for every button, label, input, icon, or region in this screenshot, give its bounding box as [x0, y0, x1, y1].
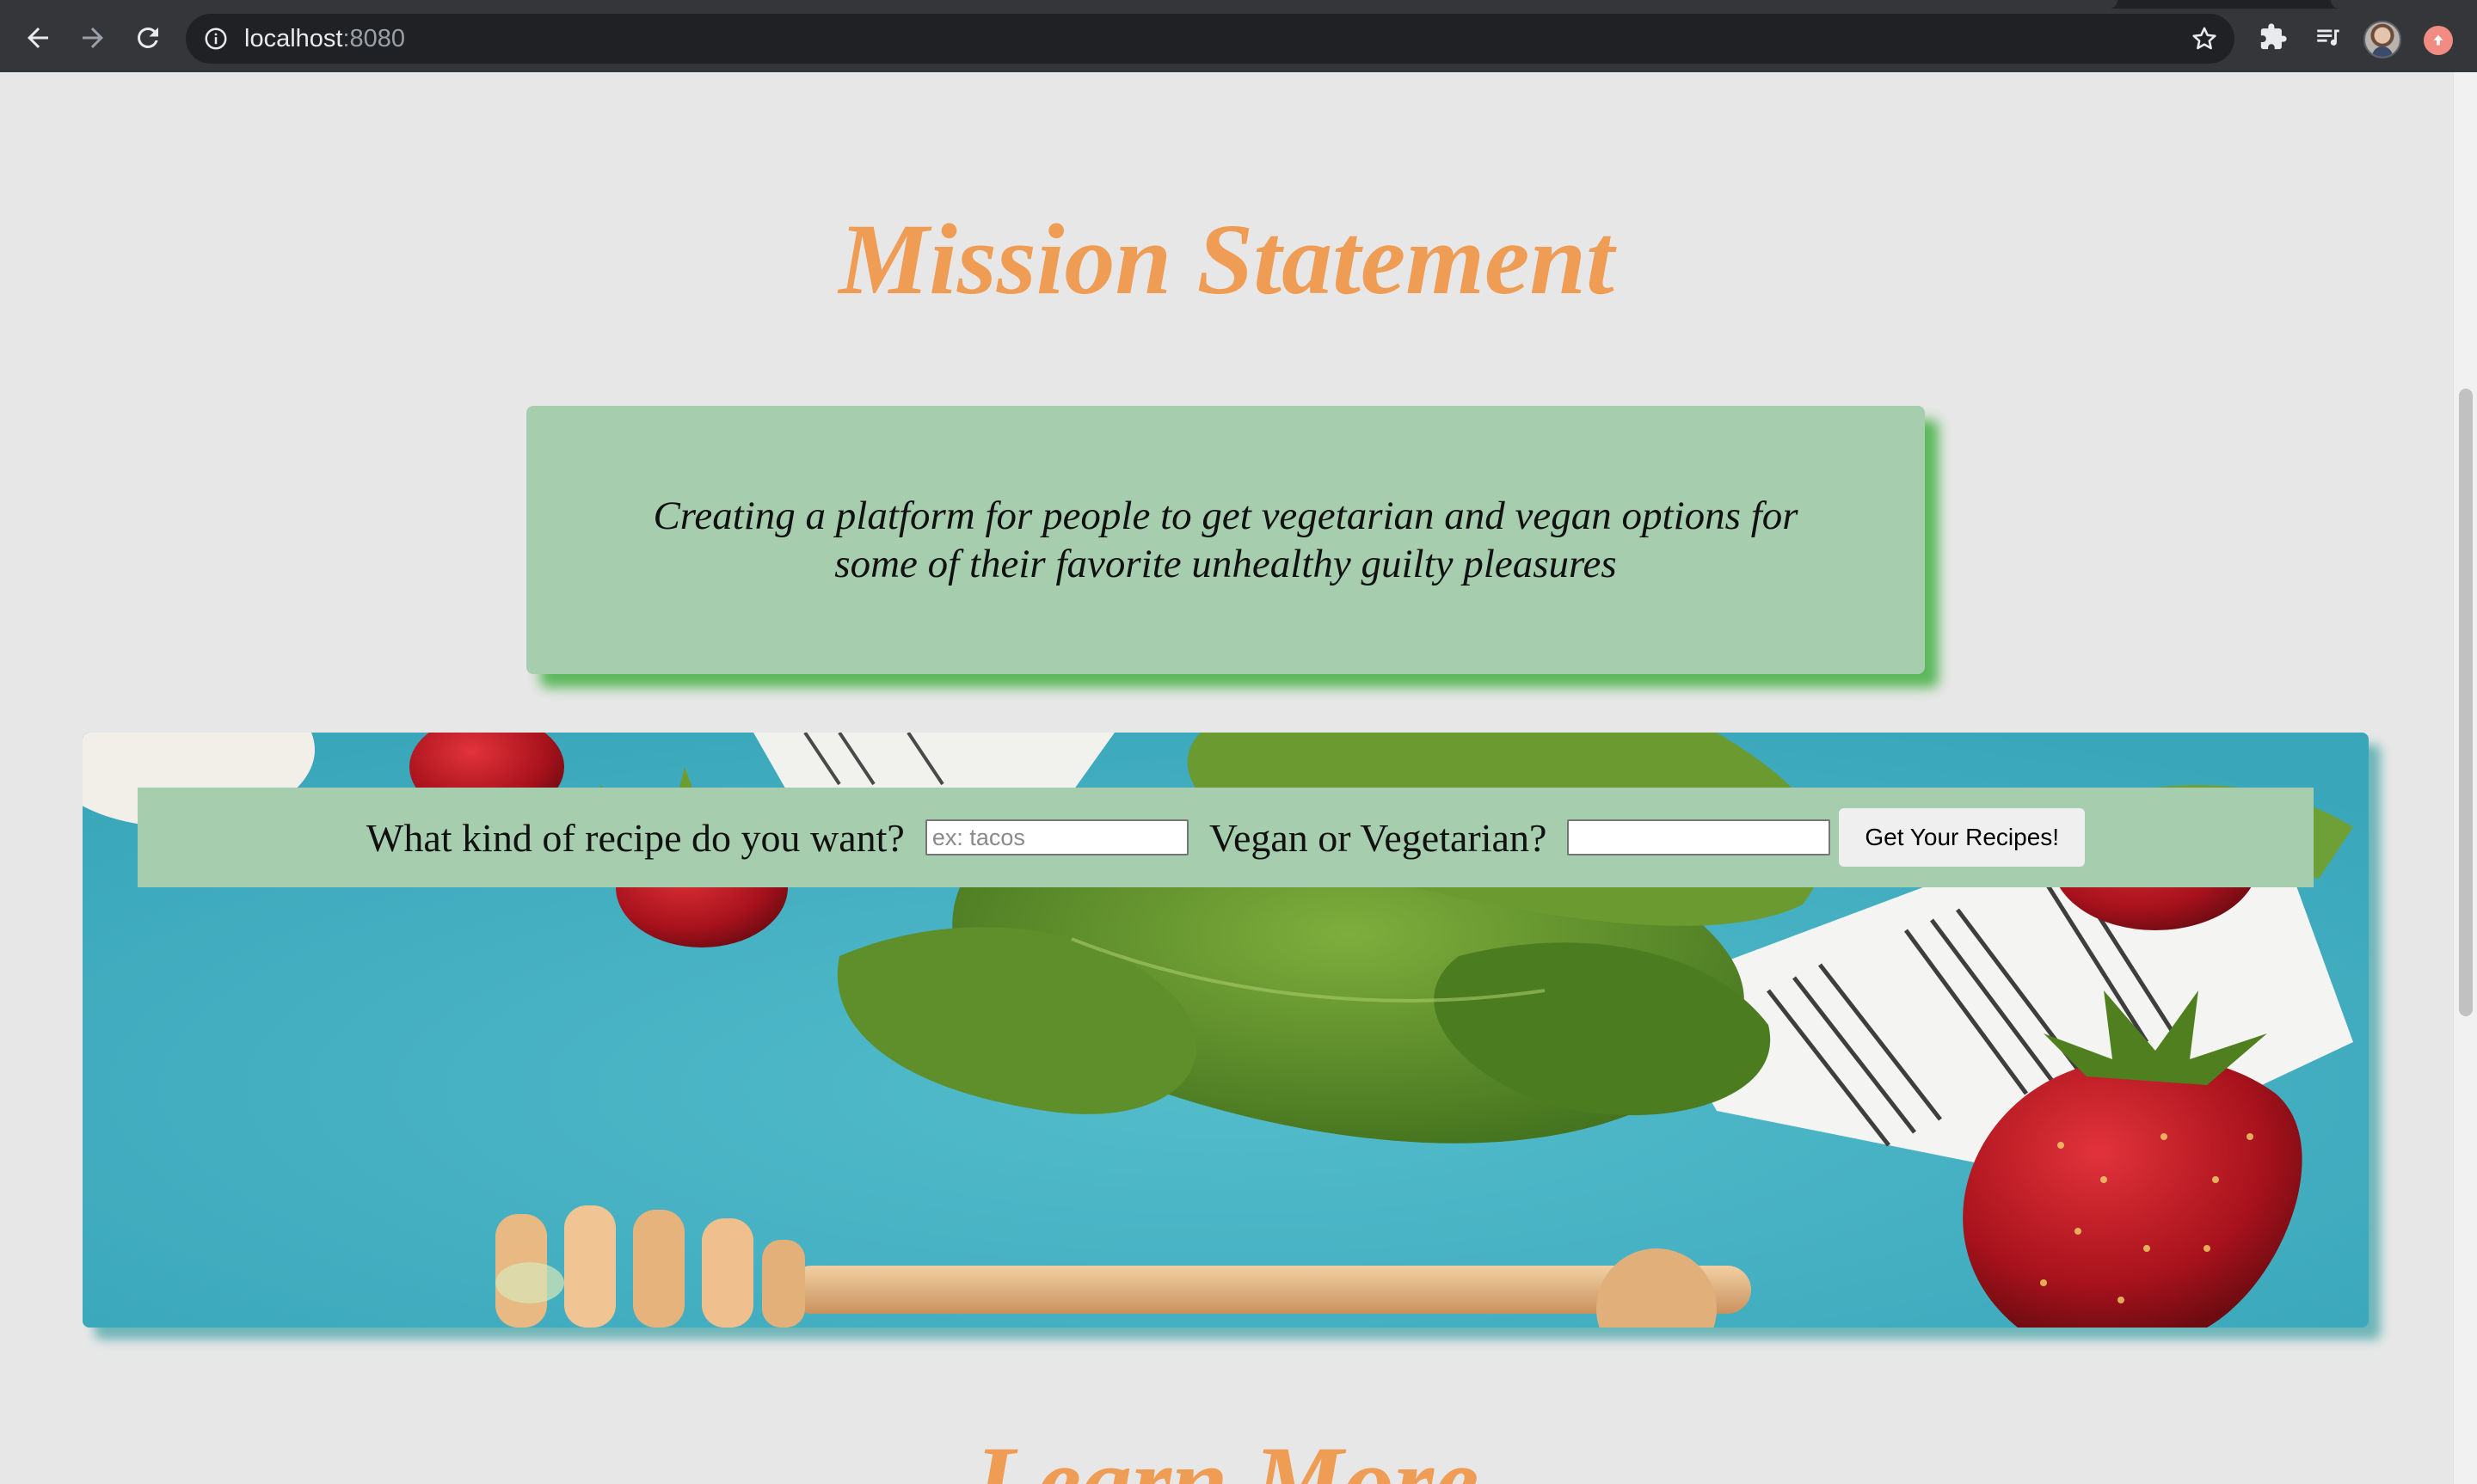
diet-question-label: Vegan or Vegetarian? [1208, 815, 1547, 860]
forward-arrow-icon [83, 28, 103, 48]
address-bar[interactable]: localhost:8080 [186, 14, 2234, 64]
hero-banner: What kind of recipe do you want? Vegan o… [83, 733, 2369, 1328]
info-icon[interactable] [203, 26, 229, 52]
puzzle-icon[interactable] [2257, 21, 2290, 53]
get-recipes-button[interactable]: Get Your Recipes! [1839, 808, 2086, 867]
mission-text: Creating a platform for people to get ve… [653, 494, 1798, 586]
back-arrow-icon [28, 28, 48, 48]
forward-button[interactable] [74, 19, 112, 57]
recipe-question-label: What kind of recipe do you want? [366, 815, 905, 860]
scrollbar-thumb[interactable] [2459, 389, 2473, 1016]
url-host: localhost [244, 25, 343, 52]
update-icon[interactable] [2424, 26, 2453, 55]
mission-title: Mission Statement [839, 203, 1614, 316]
learn-more-title: Learn More [974, 1426, 1479, 1484]
url-port: :8080 [342, 25, 406, 52]
recipe-input[interactable] [925, 819, 1189, 855]
media-queue-icon[interactable] [2312, 21, 2345, 53]
browser-toolbar: localhost:8080 [0, 0, 2477, 72]
back-button[interactable] [19, 19, 57, 57]
page-viewport: Mission Statement Creating a platform fo… [0, 72, 2453, 1484]
inactive-tab[interactable] [2331, 0, 2477, 9]
page-scrollbar[interactable] [2453, 72, 2477, 1484]
tab-strip [0, 0, 2477, 9]
recipe-search-form: What kind of recipe do you want? Vegan o… [138, 788, 2314, 887]
avatar[interactable] [2363, 21, 2401, 58]
mission-statement-card: Creating a platform for people to get ve… [526, 406, 1925, 674]
url-text[interactable]: localhost:8080 [244, 14, 405, 64]
reload-button[interactable] [129, 19, 167, 57]
diet-input[interactable] [1567, 819, 1831, 855]
star-icon[interactable] [2190, 24, 2219, 53]
reload-icon [138, 28, 158, 48]
active-tab[interactable] [0, 0, 2117, 9]
